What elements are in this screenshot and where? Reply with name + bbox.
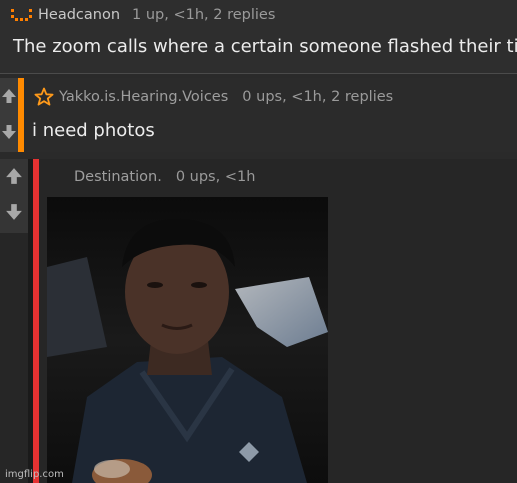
down-arrow-icon[interactable] — [5, 203, 22, 220]
comment-yakko: Yakko.is.Hearing.Voices 0 ups, <1h, 2 re… — [0, 78, 517, 152]
up-arrow-icon[interactable] — [5, 167, 22, 184]
imgflip-watermark: imgflip.com — [5, 469, 64, 480]
comment-meta: Yakko.is.Hearing.Voices 0 ups, <1h, 2 re… — [34, 87, 393, 107]
comment-destination: Destination. 0 ups, <1h — [0, 159, 517, 483]
comment-username[interactable]: Destination. — [74, 169, 162, 185]
comment-username[interactable]: Yakko.is.Hearing.Voices — [59, 89, 228, 105]
comment-text: The zoom calls where a certain someone f… — [13, 36, 517, 57]
comment-headcanon: Headcanon 1 up, <1h, 2 replies The zoom … — [0, 0, 517, 74]
down-arrow-icon[interactable] — [1, 124, 17, 140]
comment-stats: 1 up, <1h, 2 replies — [132, 7, 276, 23]
comment-text: i need photos — [32, 120, 155, 141]
vote-column — [0, 78, 18, 152]
comment-thread: Headcanon 1 up, <1h, 2 replies The zoom … — [0, 0, 517, 483]
vote-column — [0, 159, 28, 233]
thread-indicator — [18, 78, 24, 152]
pixel-face-icon[interactable] — [10, 6, 36, 24]
comment-meta: Destination. 0 ups, <1h — [74, 169, 255, 185]
star-outline-icon — [34, 87, 54, 107]
comment-username[interactable]: Headcanon — [38, 7, 120, 23]
thread-indicator — [33, 159, 39, 483]
comment-stats: 0 ups, <1h, 2 replies — [242, 89, 394, 105]
comment-meta: Headcanon 1 up, <1h, 2 replies — [10, 6, 275, 24]
up-arrow-icon[interactable] — [1, 88, 17, 104]
comment-stats: 0 ups, <1h — [175, 169, 256, 185]
comment-image[interactable] — [47, 197, 328, 483]
